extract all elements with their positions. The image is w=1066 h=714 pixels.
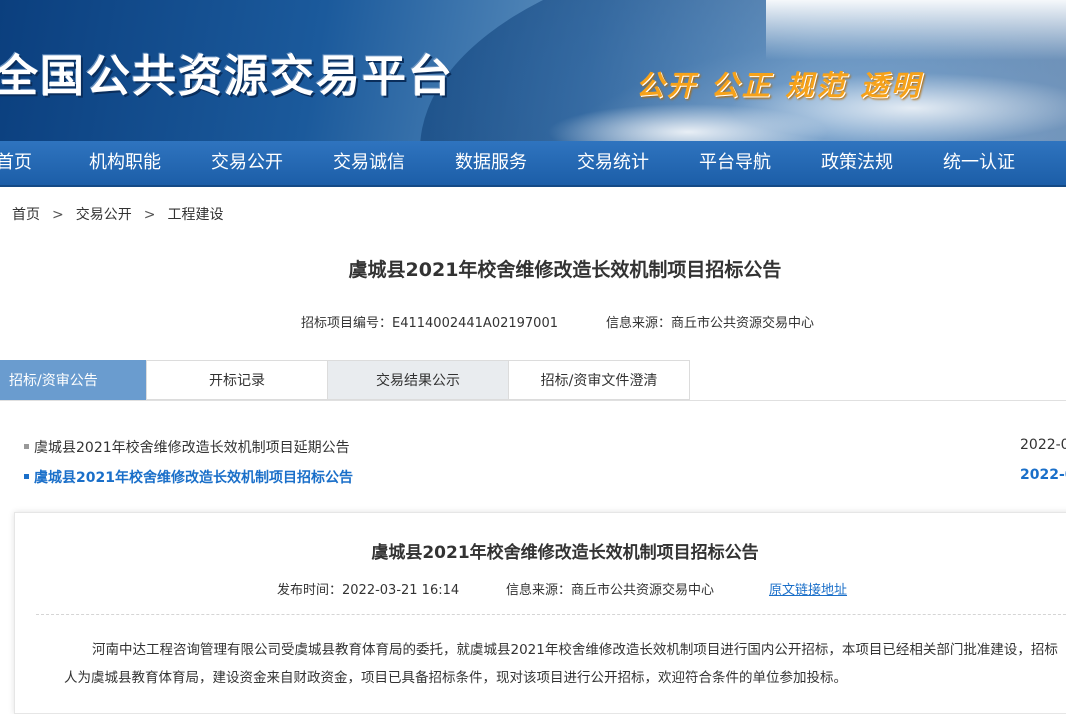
list-item-label: 虞城县2021年校舍维修改造长效机制项目招标公告 bbox=[34, 470, 353, 486]
breadcrumb: 首页 > 交易公开 > 工程建设 bbox=[12, 204, 223, 224]
breadcrumb-separator: > bbox=[52, 207, 64, 223]
list-item-date: 2022-0 bbox=[1020, 437, 1066, 453]
nav-item-trade-stats[interactable]: 交易统计 bbox=[577, 141, 649, 185]
nav-item-trade-credit[interactable]: 交易诚信 bbox=[333, 141, 405, 185]
tab-tender-notice[interactable]: 招标/资审公告 bbox=[0, 360, 147, 400]
tab-doc-clarification[interactable]: 招标/资审文件澄清 bbox=[508, 360, 690, 400]
nav-item-trade-open[interactable]: 交易公开 bbox=[211, 141, 283, 185]
nav-item-platform-nav[interactable]: 平台导航 bbox=[699, 141, 771, 185]
list-item-label: 虞城县2021年校舍维修改造长效机制项目延期公告 bbox=[34, 440, 350, 456]
detail-paragraph: 河南中达工程咨询管理有限公司受虞城县教育体育局的委托，就虞城县2021年校舍维修… bbox=[64, 642, 1058, 686]
tab-bar: 招标/资审公告 开标记录 交易结果公示 招标/资审文件澄清 bbox=[0, 360, 1066, 401]
header-banner: 全国公共资源交易平台 公开 公正 规范 透明 bbox=[0, 0, 1066, 141]
nav-item-institution[interactable]: 机构职能 bbox=[89, 141, 161, 185]
main-nav: 首页 机构职能 交易公开 交易诚信 数据服务 交易统计 平台导航 政策法规 统一… bbox=[0, 141, 1066, 187]
detail-source: 信息来源：商丘市公共资源交易中心 bbox=[506, 583, 715, 598]
list-item[interactable]: 虞城县2021年校舍维修改造长效机制项目延期公告 bbox=[24, 437, 350, 457]
list-item-date: 2022-0 bbox=[1020, 467, 1066, 483]
info-source: 信息来源：商丘市公共资源交易中心 bbox=[606, 316, 815, 331]
nav-item-unified-auth[interactable]: 统一认证 bbox=[943, 141, 1015, 185]
nav-item-policy[interactable]: 政策法规 bbox=[821, 141, 893, 185]
breadcrumb-trade-open[interactable]: 交易公开 bbox=[76, 204, 132, 224]
tab-trade-result[interactable]: 交易结果公示 bbox=[327, 360, 509, 400]
bullet-icon bbox=[24, 443, 29, 449]
slogan: 公开 公正 规范 透明 bbox=[636, 69, 923, 102]
breadcrumb-home[interactable]: 首页 bbox=[12, 204, 40, 224]
divider bbox=[36, 614, 1066, 615]
sky-graphic bbox=[766, 0, 1066, 60]
site-title: 全国公共资源交易平台 bbox=[0, 51, 454, 102]
list-item-active[interactable]: 虞城县2021年校舍维修改造长效机制项目招标公告 bbox=[24, 467, 353, 487]
project-code: 招标项目编号：E4114002441A02197001 bbox=[301, 316, 558, 331]
nav-item-data-service[interactable]: 数据服务 bbox=[455, 141, 527, 185]
publish-time: 发布时间：2022-03-21 16:14 bbox=[277, 583, 460, 598]
nav-item-home[interactable]: 首页 bbox=[0, 141, 32, 185]
page-title: 虞城县2021年校舍维修改造长效机制项目招标公告 bbox=[348, 259, 782, 281]
breadcrumb-separator: > bbox=[143, 207, 156, 223]
tab-bid-opening[interactable]: 开标记录 bbox=[146, 360, 328, 400]
detail-title: 虞城县2021年校舍维修改造长效机制项目招标公告 bbox=[371, 543, 759, 563]
original-link[interactable]: 原文链接地址 bbox=[769, 579, 847, 598]
breadcrumb-engineering[interactable]: 工程建设 bbox=[167, 204, 223, 224]
bullet-icon bbox=[24, 473, 29, 479]
